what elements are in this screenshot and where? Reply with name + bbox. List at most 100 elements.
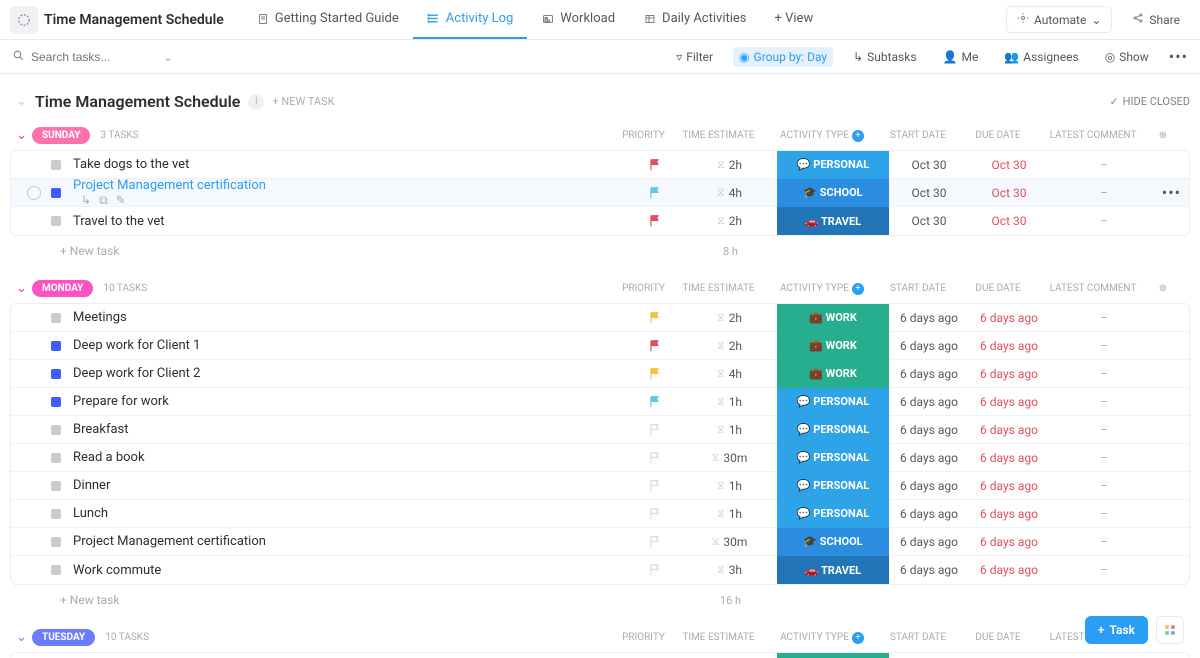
type-cell[interactable]: 🎓 SCHOOL (777, 528, 889, 556)
priority-cell[interactable] (627, 311, 682, 325)
comment-cell[interactable]: – (1049, 507, 1159, 521)
group-chevron-icon[interactable]: ⌄ (16, 128, 32, 143)
task-row[interactable]: Deep work for Client 2 ⧖4h 💼 WORK 6 days… (11, 360, 1189, 388)
col-type[interactable]: ACTIVITY TYPE+ (766, 130, 878, 142)
due-date-cell[interactable]: 6 days ago (969, 395, 1049, 409)
start-date-cell[interactable]: 6 days ago (889, 507, 969, 521)
due-date-cell[interactable]: 6 days ago (969, 535, 1049, 549)
type-cell[interactable]: 🚗 TRAVEL (777, 556, 889, 584)
activity-type-badge[interactable]: 💼 WORK (777, 360, 889, 388)
day-pill[interactable]: SUNDAY (32, 127, 90, 144)
comment-cell[interactable]: – (1049, 158, 1159, 172)
status-square[interactable] (51, 509, 61, 519)
task-row[interactable]: Project Management certification↳⧉✎ ⧖4h … (11, 179, 1189, 207)
me-button[interactable]: 👤Me (937, 47, 985, 67)
collapse-icon[interactable]: ⌄ (16, 94, 27, 109)
type-cell[interactable]: 💼 WORK (777, 304, 889, 332)
activity-type-badge[interactable]: 💼 WORK (777, 653, 889, 658)
time-cell[interactable]: ⧖30m (682, 451, 777, 465)
col-start[interactable]: START DATE (878, 632, 958, 644)
apps-button[interactable] (1156, 616, 1184, 644)
due-date-cell[interactable]: 6 days ago (969, 423, 1049, 437)
col-priority[interactable]: PRIORITY (616, 283, 671, 295)
comment-cell[interactable]: – (1049, 451, 1159, 465)
activity-type-badge[interactable]: 💼 WORK (777, 304, 889, 332)
time-cell[interactable]: ⧖3h (682, 563, 777, 577)
task-name[interactable]: Meetings (73, 310, 627, 325)
status-square[interactable] (51, 397, 61, 407)
activity-type-badge[interactable]: 💬 PERSONAL (777, 416, 889, 444)
time-cell[interactable]: ⧖2h (682, 311, 777, 325)
hide-closed-button[interactable]: ✓HIDE CLOSED (1109, 95, 1190, 108)
type-cell[interactable]: 💬 PERSONAL (777, 151, 889, 179)
task-name[interactable]: Prepare for work (73, 394, 627, 409)
time-cell[interactable]: ⧖2h (682, 214, 777, 228)
task-row[interactable]: Meetings ⧖2h 💼 WORK 5 days ago 5 days ag… (11, 653, 1189, 658)
status-square[interactable] (51, 369, 61, 379)
automate-button[interactable]: Automate ⌄ (1006, 6, 1112, 33)
search-input[interactable] (31, 50, 151, 64)
start-date-cell[interactable]: Oct 30 (889, 158, 969, 172)
col-due[interactable]: DUE DATE (958, 130, 1038, 142)
add-view[interactable]: + View (761, 0, 828, 39)
list-title[interactable]: Time Management Schedule (44, 12, 224, 28)
task-row[interactable]: Meetings ⧖2h 💼 WORK 6 days ago 6 days ag… (11, 304, 1189, 332)
comment-cell[interactable]: – (1049, 395, 1159, 409)
activity-type-badge[interactable]: 💬 PERSONAL (777, 472, 889, 500)
priority-cell[interactable] (627, 507, 682, 521)
comment-cell[interactable]: – (1049, 311, 1159, 325)
status-square[interactable] (51, 481, 61, 491)
col-priority[interactable]: PRIORITY (616, 130, 671, 142)
due-date-cell[interactable]: 6 days ago (969, 507, 1049, 521)
start-date-cell[interactable]: 6 days ago (889, 339, 969, 353)
new-task-top[interactable]: + NEW TASK (272, 95, 334, 108)
activity-type-badge[interactable]: 💬 PERSONAL (777, 388, 889, 416)
type-cell[interactable]: 💼 WORK (777, 653, 889, 658)
due-date-cell[interactable]: 6 days ago (969, 367, 1049, 381)
status-square[interactable] (51, 313, 61, 323)
col-time[interactable]: TIME ESTIMATE (671, 283, 766, 295)
start-date-cell[interactable]: 6 days ago (889, 563, 969, 577)
edit-icon[interactable]: ✎ (116, 193, 126, 208)
task-name[interactable]: Read a book (73, 450, 627, 465)
activity-type-badge[interactable]: 🎓 SCHOOL (777, 528, 889, 556)
priority-cell[interactable] (627, 563, 682, 577)
row-more-menu[interactable]: ••• (1162, 183, 1181, 202)
due-date-cell[interactable]: Oct 30 (969, 158, 1049, 172)
type-cell[interactable]: 💼 WORK (777, 360, 889, 388)
type-cell[interactable]: 💬 PERSONAL (777, 388, 889, 416)
activity-type-badge[interactable]: 💬 PERSONAL (777, 151, 889, 179)
col-type[interactable]: ACTIVITY TYPE+ (766, 632, 878, 644)
due-date-cell[interactable]: 6 days ago (969, 479, 1049, 493)
status-square[interactable] (51, 453, 61, 463)
priority-cell[interactable] (627, 451, 682, 465)
due-date-cell[interactable]: 6 days ago (969, 339, 1049, 353)
due-date-cell[interactable]: 6 days ago (969, 311, 1049, 325)
task-row[interactable]: Travel to the vet ⧖2h 🚗 TRAVEL Oct 30 Oc… (11, 207, 1189, 235)
task-row[interactable]: Take dogs to the vet ⧖2h 💬 PERSONAL Oct … (11, 151, 1189, 179)
time-cell[interactable]: ⧖1h (682, 423, 777, 437)
due-date-cell[interactable]: Oct 30 (969, 186, 1049, 200)
col-comment[interactable]: LATEST COMMENT (1038, 130, 1148, 142)
priority-cell[interactable] (627, 186, 682, 200)
col-priority[interactable]: PRIORITY (616, 632, 671, 644)
col-due[interactable]: DUE DATE (958, 632, 1038, 644)
status-square[interactable] (51, 341, 61, 351)
priority-cell[interactable] (627, 367, 682, 381)
type-cell[interactable]: 🚗 TRAVEL (777, 207, 889, 235)
status-square[interactable] (51, 565, 61, 575)
task-name[interactable]: Dinner (73, 478, 627, 493)
task-name[interactable]: Travel to the vet (73, 214, 627, 229)
comment-cell[interactable]: – (1049, 186, 1159, 200)
add-column-button[interactable]: ⊕ (1148, 130, 1178, 142)
status-square[interactable] (51, 537, 61, 547)
status-square[interactable] (51, 216, 61, 226)
start-date-cell[interactable]: 6 days ago (889, 367, 969, 381)
comment-cell[interactable]: – (1049, 479, 1159, 493)
new-task-row[interactable]: + New task (10, 585, 119, 607)
add-column-button[interactable]: ⊕ (1148, 283, 1178, 295)
group-chevron-icon[interactable]: ⌄ (16, 281, 32, 296)
more-menu[interactable]: ••• (1169, 47, 1188, 66)
assignees-button[interactable]: 👥Assignees (998, 47, 1084, 67)
start-date-cell[interactable]: Oct 30 (889, 214, 969, 228)
